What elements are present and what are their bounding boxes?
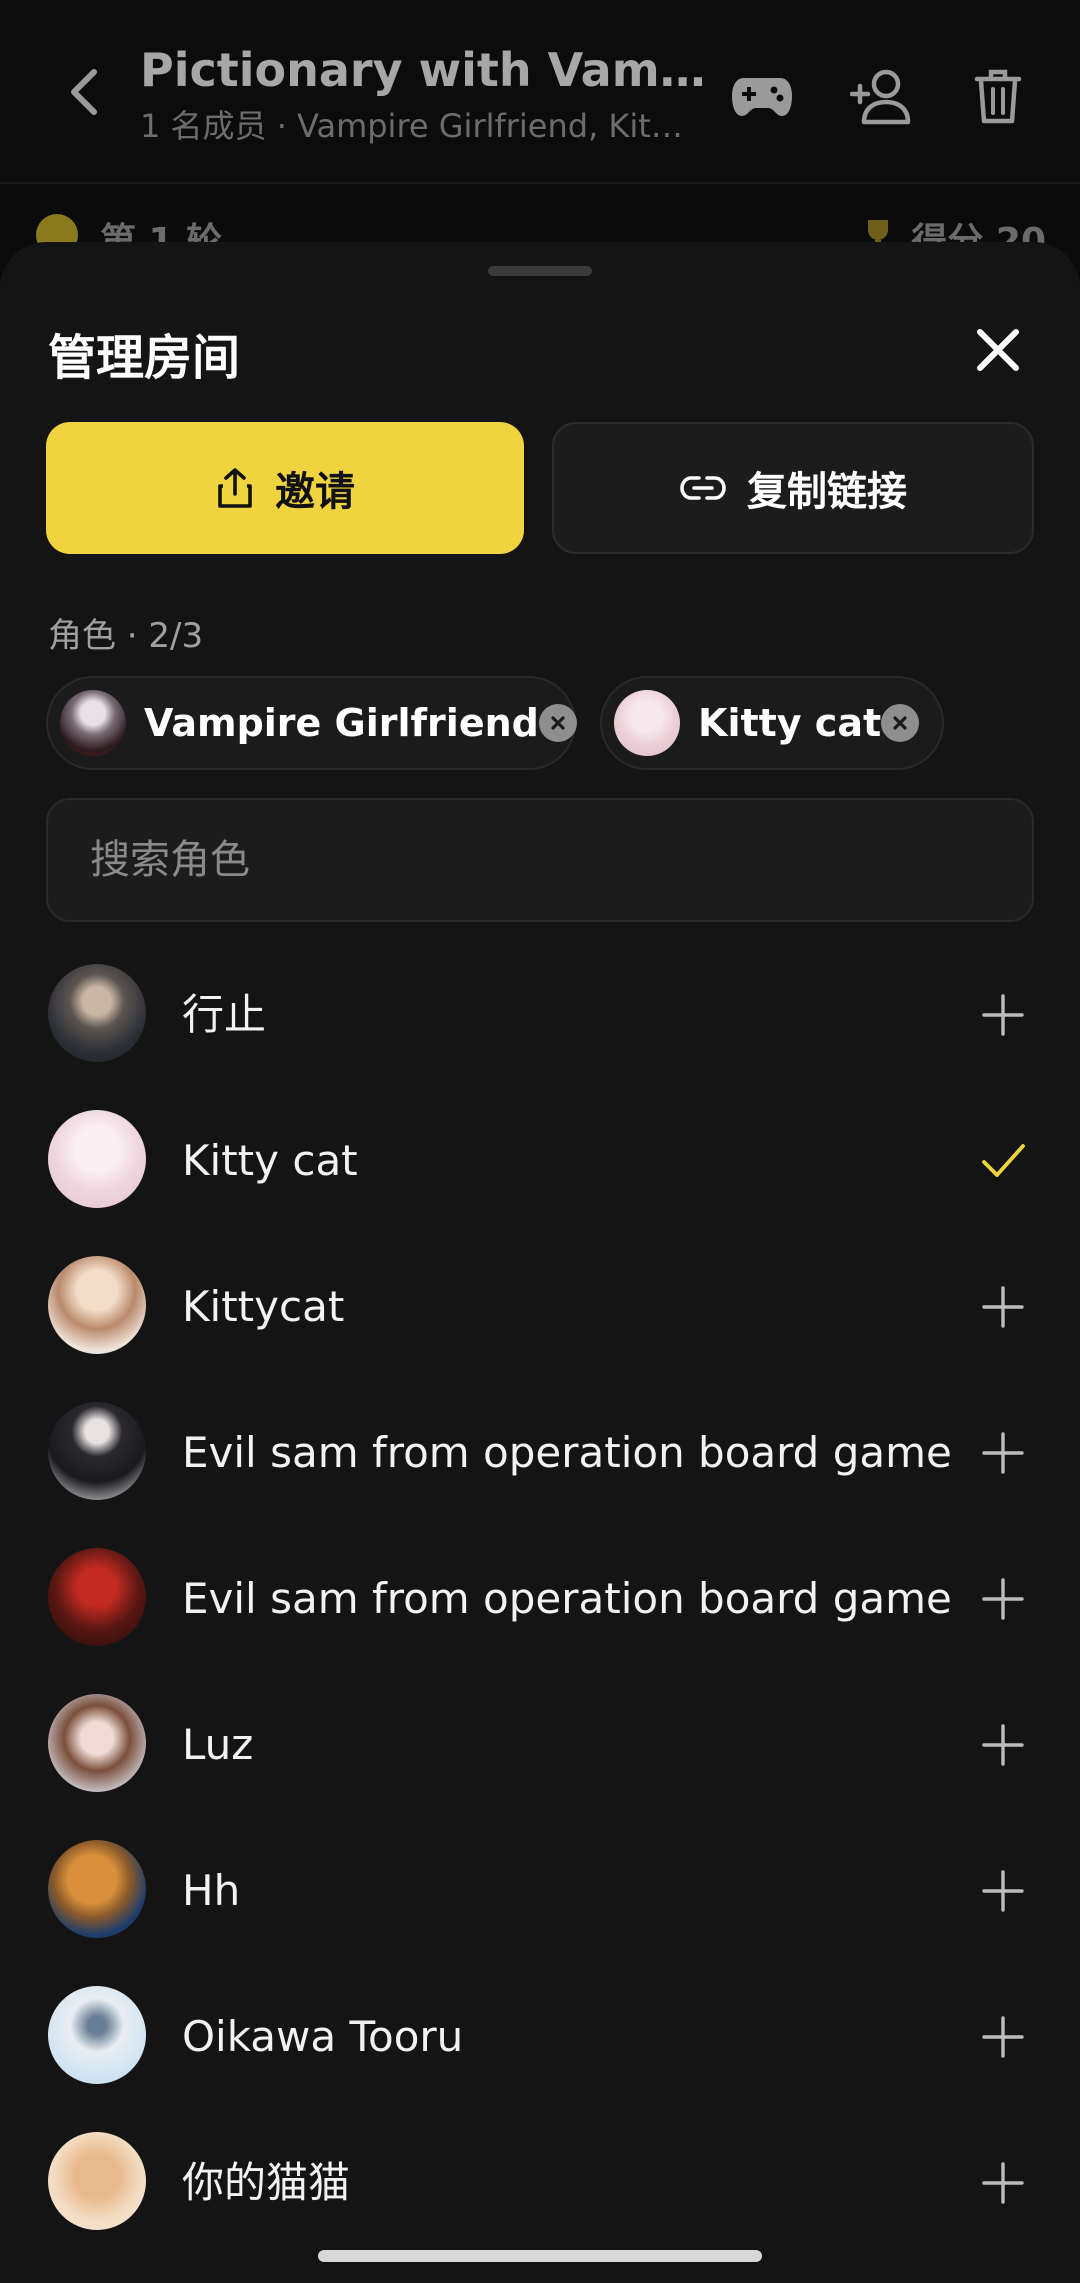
avatar <box>48 1548 146 1646</box>
avatar <box>48 1986 146 2084</box>
avatar <box>48 1110 146 1208</box>
list-item[interactable]: Luz <box>0 1672 1080 1818</box>
role-count: 角色 · 2/3 <box>48 616 204 656</box>
close-icon <box>977 329 1019 371</box>
character-name: Luz <box>182 1720 254 1769</box>
plus-icon[interactable] <box>980 992 1026 1038</box>
plus-icon[interactable] <box>980 1576 1026 1622</box>
character-name: Kitty cat <box>182 1136 358 1185</box>
character-name: 你的猫猫 <box>182 2158 351 2207</box>
list-item[interactable]: Kittycat <box>0 1234 1080 1380</box>
avatar <box>48 2132 146 2230</box>
character-name: Evil sam from operation board game <box>182 1574 952 1623</box>
home-indicator[interactable] <box>318 2250 762 2262</box>
list-item[interactable]: 你的猫猫 <box>0 2110 1080 2256</box>
character-name: Oikawa Tooru <box>182 2012 464 2061</box>
plus-icon[interactable] <box>980 1284 1026 1330</box>
plus-icon[interactable] <box>980 2014 1026 2060</box>
remove-chip-button[interactable] <box>538 704 577 742</box>
add-person-icon <box>850 69 911 125</box>
plus-icon[interactable] <box>980 2160 1026 2206</box>
drag-handle[interactable] <box>488 266 592 276</box>
game-button[interactable] <box>724 58 800 134</box>
app-bar: Pictionary with Vampir… 1 名成员 · Vampire … <box>0 0 1080 184</box>
avatar <box>48 964 146 1062</box>
invite-button[interactable]: 邀请 <box>46 422 524 554</box>
close-button[interactable] <box>966 318 1030 382</box>
copy-link-label: 复制链接 <box>747 469 907 515</box>
list-item[interactable]: Hh <box>0 1818 1080 1964</box>
link-icon <box>680 476 726 500</box>
room-subtitle: 1 名成员 · Vampire Girlfriend, Kit… <box>140 107 683 145</box>
selected-chip[interactable]: Kitty cat <box>600 676 944 770</box>
avatar <box>60 690 126 756</box>
plus-icon[interactable] <box>980 1722 1026 1768</box>
close-icon <box>893 716 907 730</box>
page: Pictionary with Vampir… 1 名成员 · Vampire … <box>0 0 1080 2283</box>
list-item[interactable]: Evil sam from operation board game <box>0 1380 1080 1526</box>
trash-icon <box>974 69 1022 124</box>
copy-link-button[interactable]: 复制链接 <box>552 422 1034 554</box>
back-button[interactable] <box>56 62 116 122</box>
room-title: Pictionary with Vampir… <box>140 43 710 97</box>
avatar <box>48 1840 146 1938</box>
plus-icon[interactable] <box>980 1868 1026 1914</box>
character-name: 行止 <box>182 990 267 1039</box>
close-icon <box>551 716 565 730</box>
title-block: Pictionary with Vampir… 1 名成员 · Vampire … <box>140 40 710 146</box>
character-name: Hh <box>182 1866 241 1915</box>
avatar <box>48 1402 146 1500</box>
list-item[interactable]: Evil sam from operation board game <box>0 1526 1080 1672</box>
selected-characters: Vampire Girlfriend Kitty cat <box>46 676 1046 770</box>
search-input[interactable] <box>48 800 1032 920</box>
chip-label: Vampire Girlfriend <box>144 701 539 745</box>
chip-label: Kitty cat <box>698 701 882 745</box>
sheet-title: 管理房间 <box>48 330 241 386</box>
share-icon <box>218 468 252 508</box>
avatar <box>48 1256 146 1354</box>
list-item[interactable]: Kitty cat <box>0 1088 1080 1234</box>
check-icon[interactable] <box>980 1138 1026 1184</box>
add-member-button[interactable] <box>844 58 920 134</box>
search-box <box>46 798 1034 922</box>
avatar <box>48 1694 146 1792</box>
remove-chip-button[interactable] <box>881 704 920 742</box>
avatar <box>614 690 680 756</box>
gamepad-icon <box>732 78 792 116</box>
delete-room-button[interactable] <box>960 58 1036 134</box>
plus-icon[interactable] <box>980 1430 1026 1476</box>
action-buttons: 邀请 复制链接 <box>46 422 1034 554</box>
character-name: Evil sam from operation board game <box>182 1428 952 1477</box>
back-icon <box>71 69 97 115</box>
character-name: Kittycat <box>182 1282 345 1331</box>
selected-chip[interactable]: Vampire Girlfriend <box>46 676 577 770</box>
invite-label: 邀请 <box>275 469 355 515</box>
list-item[interactable]: 行止 <box>0 942 1080 1088</box>
list-item[interactable]: Oikawa Tooru <box>0 1964 1080 2110</box>
